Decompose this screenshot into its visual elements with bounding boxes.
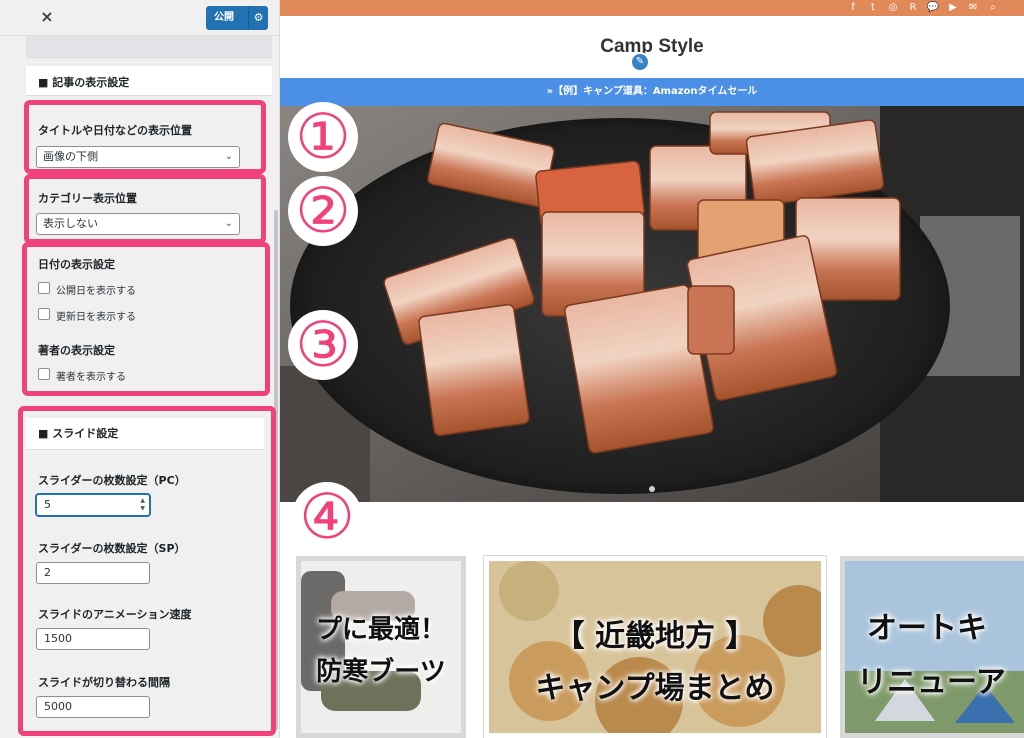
facebook-icon[interactable]: f: [846, 1, 860, 15]
panel-header: × 公開 ⚙: [0, 0, 279, 36]
publish-button[interactable]: 公開 ⚙: [206, 6, 268, 30]
highlight-box-3: [22, 242, 270, 396]
article-card-boots[interactable]: プに最適！ 防寒ブーツ: [296, 556, 466, 738]
card-title-line1: オートキ: [867, 611, 987, 646]
annotation-number-4: ④: [292, 482, 362, 552]
youtube-icon[interactable]: ▶: [946, 1, 960, 15]
card-image-campsite: [845, 561, 1024, 733]
card-title-line1: 【 近畿地方 】: [554, 619, 756, 654]
card-image-boots: [301, 561, 461, 733]
rakuten-icon[interactable]: R: [906, 1, 920, 15]
notice-bar[interactable]: »【例】キャンプ道具：Amazonタイムセール: [280, 78, 1024, 106]
annotation-number-1: ①: [288, 102, 358, 172]
card-title-line1: プに最適！: [315, 615, 446, 645]
site-preview: f t ◎ R 💬 ▶ ✉ ⌕ Camp Style ✎ »【例】キャンプ道具：…: [280, 0, 1024, 738]
slider-dot[interactable]: [649, 486, 655, 492]
article-card-autocamp[interactable]: オートキ リニューア: [840, 556, 1024, 738]
instagram-icon[interactable]: ◎: [886, 1, 900, 15]
close-icon[interactable]: ×: [36, 6, 58, 28]
card-title-line2: リニューア: [857, 665, 1006, 700]
card-title-line2: キャンプ場まとめ: [535, 671, 775, 706]
annotation-number-3: ③: [288, 310, 358, 380]
mail-icon[interactable]: ✉: [966, 1, 980, 15]
card-title-line2: 防寒ブーツ: [316, 657, 446, 687]
highlight-box-2: [24, 174, 266, 244]
hero-slider-image[interactable]: [280, 106, 1024, 502]
article-card-kinki[interactable]: 【 近畿地方 】 キャンプ場まとめ: [484, 556, 826, 738]
back-strip[interactable]: [26, 36, 272, 58]
publish-label: 公開: [214, 12, 234, 23]
bacon-skillet-image: [280, 106, 1024, 502]
site-title[interactable]: Camp Style: [280, 36, 1024, 58]
highlight-box-4: [18, 406, 276, 736]
line-icon[interactable]: 💬: [926, 1, 940, 15]
gear-icon[interactable]: ⚙: [248, 6, 268, 30]
annotation-number-2: ②: [288, 176, 358, 246]
highlight-box-1: [24, 100, 266, 174]
section-title: ■ 記事の表示設定: [26, 66, 272, 96]
twitter-icon[interactable]: t: [866, 1, 880, 15]
top-bar: f t ◎ R 💬 ▶ ✉ ⌕: [280, 0, 1024, 16]
search-icon[interactable]: ⌕: [986, 1, 1000, 15]
pencil-icon[interactable]: ✎: [630, 52, 650, 72]
